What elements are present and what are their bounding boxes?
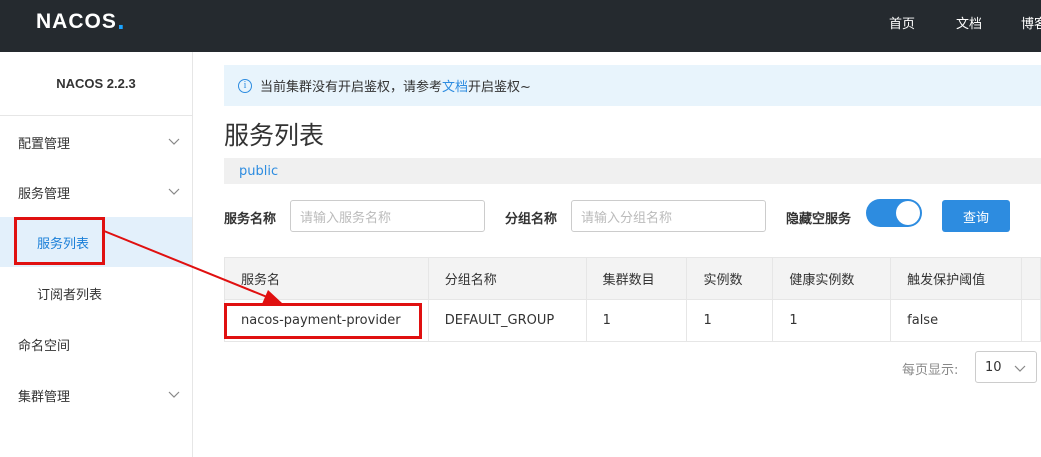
nacos-logo[interactable]: NACOS.: [36, 9, 125, 35]
cell-instance-count: 1: [686, 299, 774, 342]
cell-group-name: DEFAULT_GROUP: [427, 299, 587, 342]
col-service-name: 服务名: [224, 257, 429, 300]
sidebar-item-namespace[interactable]: 命名空间: [0, 319, 192, 369]
annotation-box-sidebar: [14, 217, 105, 265]
group-name-placeholder: 请输入分组名称: [581, 210, 673, 226]
namespace-bar: public: [224, 158, 1041, 184]
notice-suffix: 开启鉴权~: [468, 80, 531, 95]
hide-empty-toggle[interactable]: [866, 199, 922, 227]
info-icon: i: [238, 78, 252, 93]
service-name-label: 服务名称: [224, 212, 277, 227]
chevron-down-icon: [1014, 365, 1026, 372]
namespace-public[interactable]: public: [239, 164, 278, 179]
group-name-label: 分组名称: [505, 212, 558, 227]
col-cluster-count: 集群数目: [585, 257, 688, 300]
chevron-down-icon: [168, 138, 180, 145]
version-label: NACOS 2.2.3: [0, 52, 192, 116]
col-healthy-instance-count: 健康实例数: [772, 257, 892, 300]
sidebar-item-label: 集群管理: [18, 389, 71, 405]
sidebar-item-label: 服务管理: [18, 186, 71, 202]
col-group-name: 分组名称: [427, 257, 587, 300]
auth-notice: i 当前集群没有开启鉴权，请参考 文档 开启鉴权~: [224, 65, 1041, 106]
col-protect-threshold: 触发保护阈值: [890, 257, 1022, 300]
cell-operations[interactable]: [1020, 299, 1041, 342]
cell-protect-threshold: false: [890, 299, 1022, 342]
topnav-docs[interactable]: 文档: [956, 13, 982, 32]
page-size-value: 10: [985, 359, 1002, 375]
sidebar-item-label: 配置管理: [18, 136, 71, 152]
service-name-placeholder: 请输入服务名称: [300, 210, 392, 226]
sidebar-item-cluster-management[interactable]: 集群管理: [0, 370, 192, 420]
topnav-home[interactable]: 首页: [889, 13, 915, 32]
sidebar-item-label: 订阅者列表: [37, 287, 103, 303]
sidebar-item-subscriber-list[interactable]: 订阅者列表: [0, 268, 192, 318]
logo-dot: .: [116, 10, 125, 34]
sidebar-item-label: 命名空间: [18, 338, 71, 354]
annotation-box-service: [224, 303, 422, 339]
sidebar-item-config-management[interactable]: 配置管理: [0, 117, 192, 167]
cell-cluster-count: 1: [585, 299, 688, 342]
cell-healthy-instance-count: 1: [772, 299, 892, 342]
page-title: 服务列表: [224, 121, 325, 150]
notice-docs-link[interactable]: 文档: [442, 76, 468, 95]
hide-empty-label: 隐藏空服务: [786, 212, 852, 227]
topnav-blog[interactable]: 博客: [1021, 13, 1041, 32]
chevron-down-icon: [168, 391, 180, 398]
chevron-down-icon: [168, 188, 180, 195]
table-header-row: 服务名 分组名称 集群数目 实例数 健康实例数 触发保护阈值: [224, 257, 1041, 300]
logo-text: NACOS: [36, 10, 117, 33]
page-size-select[interactable]: 10: [975, 351, 1037, 383]
col-instance-count: 实例数: [686, 257, 774, 300]
service-name-input[interactable]: 请输入服务名称: [290, 200, 485, 232]
top-bar: NACOS. 首页 文档 博客: [0, 0, 1041, 52]
query-button[interactable]: 查询: [942, 200, 1010, 232]
page-size-label: 每页显示:: [902, 363, 959, 378]
notice-prefix: 当前集群没有开启鉴权，请参考: [260, 80, 443, 95]
sidebar-item-service-management[interactable]: 服务管理: [0, 167, 192, 217]
group-name-input[interactable]: 请输入分组名称: [571, 200, 766, 232]
toggle-knob: [896, 201, 920, 225]
col-operations: [1020, 257, 1041, 300]
